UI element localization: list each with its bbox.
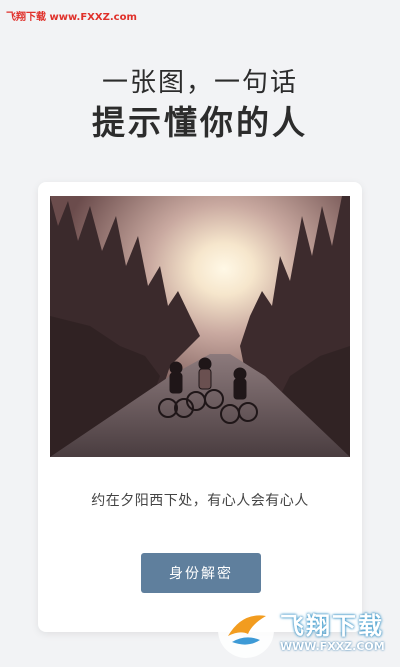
logo-url: WWW.FXXZ.COM	[280, 640, 385, 653]
riddle-caption: 约在夕阳西下处，有心人会有心人	[91, 493, 309, 509]
sunset-cycling-photo	[50, 196, 350, 457]
headline-subtitle: 一张图，一句话	[101, 68, 298, 98]
riddle-card: 约在夕阳西下处，有心人会有心人 身份解密	[38, 182, 362, 632]
headline-title: 提示懂你的人	[92, 103, 308, 142]
site-logo-watermark: 飞翔下载 WWW.FXXZ.COM	[214, 598, 398, 664]
identity-reveal-button[interactable]: 身份解密	[141, 553, 261, 593]
watermark-site-text: 飞翔下载 www.FXXZ.com	[6, 12, 137, 23]
bird-logo-icon	[218, 602, 274, 658]
riddle-image	[50, 196, 350, 457]
logo-text: 飞翔下载	[280, 612, 384, 640]
